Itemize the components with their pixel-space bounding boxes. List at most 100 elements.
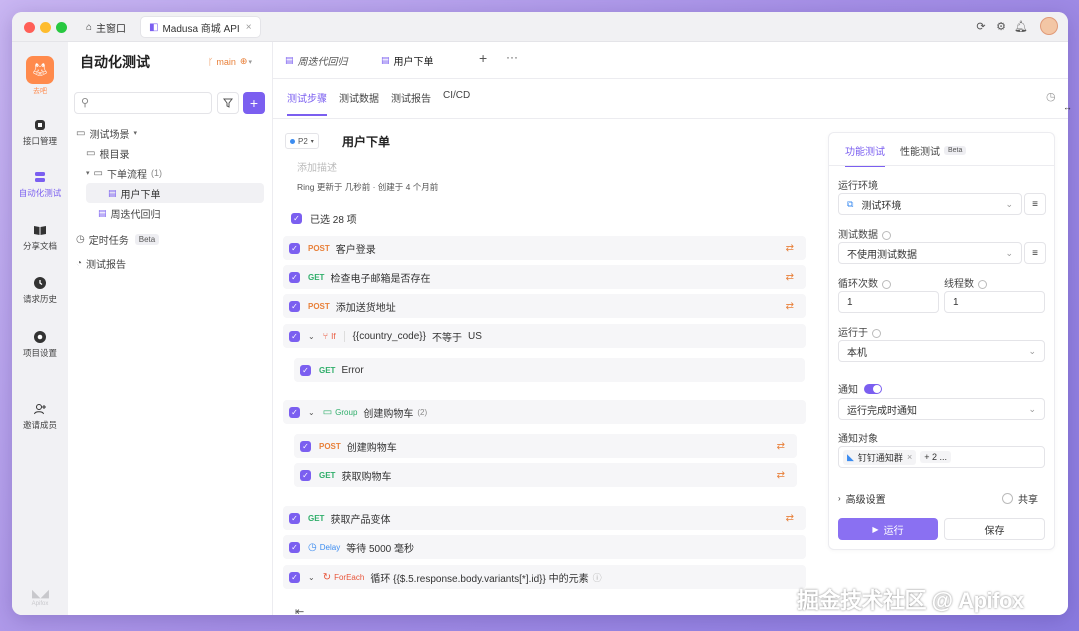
watermark: 掘金技术社区 @ Apifox xyxy=(797,588,1024,613)
tab-test-steps[interactable]: 测试步骤 xyxy=(287,90,327,116)
tab-test-report[interactable]: 测试报告 xyxy=(391,90,431,105)
api-icon xyxy=(35,120,45,130)
foreach-step-row[interactable]: ✓ ⌄ ↻ ForEach 循环 {{$.5.response.body.var… xyxy=(283,565,806,589)
step-row[interactable]: ✓ POST 客户登录 ⇄ xyxy=(283,236,806,260)
target-select[interactable]: ◣ 钉钉通知群 × + 2 ... xyxy=(838,446,1045,468)
test-reports[interactable]: ◔ 测试报告 xyxy=(76,254,126,272)
rail-item-invite[interactable]: 邀请成员 xyxy=(12,402,68,431)
step-name: 客户登录 xyxy=(335,244,376,256)
rail-item-docs[interactable]: 分享文档 xyxy=(12,223,68,252)
step-row[interactable]: ✓ POST 创建购物车 ⇄ xyxy=(294,434,797,458)
gear-icon[interactable]: ⚙ xyxy=(994,19,1008,33)
select-all-row[interactable]: ✓ 已选 28 项 xyxy=(291,211,357,226)
checkbox[interactable]: ✓ xyxy=(289,512,300,524)
add-tab-button[interactable]: + xyxy=(479,50,487,66)
automation-icon xyxy=(35,172,45,182)
scenario-icon: ▤ xyxy=(108,187,117,198)
save-button[interactable]: 保存 xyxy=(944,518,1045,540)
run-button[interactable]: ▶ 运行 xyxy=(838,518,938,540)
delay-step-row[interactable]: ✓ ◷ Delay 等待 5000 毫秒 xyxy=(283,535,806,559)
share-toggle[interactable]: 共享 xyxy=(1002,491,1038,506)
tree-item-user-order[interactable]: ▤ 用户下单 xyxy=(86,183,264,203)
data-manage-button[interactable]: ≡ xyxy=(1024,242,1046,264)
checkbox[interactable]: ✓ xyxy=(289,271,300,283)
chevron-down-icon: ⌄ xyxy=(1005,247,1013,258)
tab-cicd[interactable]: CI/CD xyxy=(443,90,470,101)
priority-selector[interactable]: P2 ▾ xyxy=(285,133,319,149)
checkbox[interactable]: ✓ xyxy=(289,242,300,254)
more-icon[interactable]: ··· xyxy=(506,50,518,64)
checkbox[interactable]: ✓ xyxy=(300,364,311,376)
bell-icon[interactable]: 🔔︎ xyxy=(1014,19,1028,33)
if-step-row[interactable]: ✓ ⌄ ⑂ If {{country_code}} 不等于 US xyxy=(283,324,806,348)
branch-selector[interactable]: ᚴ main ⊕ ▾ xyxy=(208,56,252,67)
loop-input[interactable]: 1 xyxy=(838,291,939,313)
runon-label: 运行于 xyxy=(838,324,881,339)
window-tab-home[interactable]: ⌂ 主窗口 xyxy=(78,16,134,38)
step-row[interactable]: ✓ GET Error xyxy=(294,358,805,382)
tab-functional-test[interactable]: 功能测试 xyxy=(845,143,885,167)
thread-label: 线程数 xyxy=(944,275,987,290)
delay-label: Delay xyxy=(319,542,341,552)
checkbox[interactable]: ✓ xyxy=(289,330,300,342)
step-row[interactable]: ✓ POST 添加送货地址 ⇄ xyxy=(283,294,806,318)
filter-icon xyxy=(223,98,233,108)
checkbox[interactable]: ✓ xyxy=(300,469,311,481)
filter-button[interactable] xyxy=(217,92,239,114)
close-icon[interactable]: × xyxy=(907,452,912,462)
env-manage-button[interactable]: ≡ xyxy=(1024,193,1046,215)
step-row[interactable]: ✓ GET 获取购物车 ⇄ xyxy=(294,463,797,487)
step-row[interactable]: ✓ GET 检查电子邮箱是否存在 ⇄ xyxy=(283,265,806,289)
collapse-icon[interactable]: ⇤ xyxy=(295,605,304,615)
search-input[interactable]: ⚲ xyxy=(74,92,212,114)
checkbox[interactable]: ✓ xyxy=(300,440,311,452)
book-icon xyxy=(34,226,46,235)
group-label: Group xyxy=(335,407,358,417)
window-tab-project[interactable]: ◧ Madusa 商城 API × xyxy=(140,16,261,38)
scheduled-tasks[interactable]: ◷ 定时任务 Beta xyxy=(76,230,160,248)
chevron-down-icon[interactable]: ⌄ xyxy=(308,408,315,417)
history-icon[interactable]: ◷ xyxy=(1046,90,1056,103)
add-button[interactable]: + xyxy=(243,92,265,114)
chevron-down-icon[interactable]: ⌄ xyxy=(308,332,315,341)
method-badge: GET xyxy=(308,272,325,282)
tree-item-order-flow[interactable]: ▾ ▭ 下单流程 (1) xyxy=(86,164,162,182)
doc-tab-weekly[interactable]: ▤ 周迭代回归 xyxy=(285,48,348,72)
team-logo[interactable]: 🦊︎ xyxy=(26,56,54,84)
maximize-window-button[interactable] xyxy=(56,22,67,33)
tree-item-root[interactable]: ▭ 根目录 xyxy=(86,144,129,162)
priority-dot-icon xyxy=(290,138,295,144)
checkbox[interactable]: ✓ xyxy=(289,541,300,553)
checkbox[interactable]: ✓ xyxy=(291,213,302,224)
checkbox[interactable]: ✓ xyxy=(289,571,300,583)
avatar[interactable] xyxy=(1040,17,1058,35)
refresh-icon[interactable]: ⟳ xyxy=(974,19,988,33)
notify-toggle[interactable] xyxy=(864,383,882,394)
rail-item-settings[interactable]: 项目设置 xyxy=(12,330,68,359)
step-row[interactable]: ✓ GET 获取产品变体 ⇄ xyxy=(283,506,806,530)
rail-item-history[interactable]: 请求历史 xyxy=(12,276,68,305)
minimize-window-button[interactable] xyxy=(40,22,51,33)
doc-tab-user-order[interactable]: ▤ 用户下单 xyxy=(381,48,434,72)
chevron-down-icon[interactable]: ⌄ xyxy=(308,573,315,582)
description-field[interactable]: 添加描述 xyxy=(297,159,337,174)
close-icon[interactable]: × xyxy=(246,22,252,33)
notify-select[interactable]: 运行完成时通知 ⌄ xyxy=(838,398,1045,420)
chevron-down-icon: ▾ xyxy=(248,58,252,66)
data-select[interactable]: 不使用测试数据 ⌄ xyxy=(838,242,1022,264)
close-window-button[interactable] xyxy=(24,22,35,33)
tree-item-scenarios[interactable]: ▭ 测试场景 ▾ xyxy=(76,124,137,142)
group-step-row[interactable]: ✓ ⌄ ▭ Group 创建购物车 (2) xyxy=(283,400,806,424)
tab-test-data[interactable]: 测试数据 xyxy=(339,90,379,105)
advanced-settings[interactable]: › 高级设置 xyxy=(838,491,886,506)
rail-item-automation[interactable]: 自动化测试 xyxy=(12,170,68,199)
rail-item-api[interactable]: 接口管理 xyxy=(12,118,68,147)
tab-performance-test[interactable]: 性能测试 Beta xyxy=(900,143,967,158)
runon-select[interactable]: 本机 ⌄ xyxy=(838,340,1045,362)
env-select[interactable]: ⧉ 测试环境 ⌄ xyxy=(838,193,1022,215)
tree-item-weekly[interactable]: ▤ 周迭代回归 xyxy=(98,204,161,222)
checkbox[interactable]: ✓ xyxy=(289,300,300,312)
checkbox[interactable]: ✓ xyxy=(289,406,300,418)
thread-input[interactable]: 1 xyxy=(944,291,1045,313)
lock-icon: ⊕ xyxy=(239,56,248,66)
